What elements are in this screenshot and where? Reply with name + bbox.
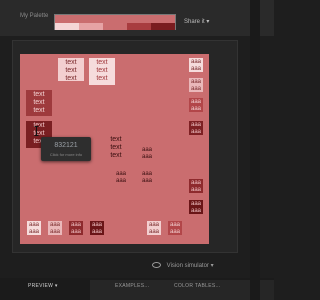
tile-text: aaa [49,229,60,235]
tile-text: aaa [190,201,201,207]
tile-text: aaa [169,222,180,228]
tab-preview-label: PREVIEW [28,283,54,289]
chevron-down-icon: ▾ [206,19,210,25]
aaa-tile[interactable]: aaa aaa [140,170,154,184]
text-tile[interactable]: text text text [26,90,52,116]
aaa-tile[interactable]: aaa aaa [189,78,203,92]
eye-icon [152,262,161,269]
tile-text: aaa [190,99,201,105]
color-tooltip[interactable]: 832121 Click for more info [41,137,91,161]
tile-text: aaa [49,222,60,228]
tile-text: text [110,144,122,151]
palette-base-color[interactable] [55,15,175,23]
tile-text: aaa [115,171,126,177]
text-cursor-icon [34,126,39,136]
tile-text: aaa [141,171,152,177]
tile-text: text [65,67,77,74]
tile-text: aaa [141,178,152,184]
chevron-down-icon: ▾ [210,263,214,269]
tile-text: aaa [190,187,201,193]
tab-examples[interactable]: EXAMPLES... [115,283,149,289]
tile-text: aaa [141,147,152,153]
tile-text: aaa [70,222,81,228]
tile-text: aaa [148,229,159,235]
share-button[interactable]: Share it ▾ [184,18,209,25]
tile-text: aaa [190,86,201,92]
palette-swatch-5[interactable] [151,23,175,30]
tile-text: aaa [28,222,39,228]
aaa-tile[interactable]: aaa aaa [189,179,203,193]
vision-simulator-label: Vision simulator [166,263,209,269]
tile-text: aaa [190,106,201,112]
tile-text: aaa [190,122,201,128]
vision-simulator-button[interactable]: Vision simulator ▾ [152,262,214,269]
text-tile[interactable]: text text text [89,58,115,85]
tile-text: text [96,75,108,82]
tile-text: text [110,136,122,143]
tile-text: aaa [70,229,81,235]
aaa-tile[interactable]: aaa aaa [189,58,203,72]
tile-text: aaa [190,59,201,65]
tile-text: aaa [190,79,201,85]
aaa-tile[interactable]: aaa aaa [189,98,203,112]
aaa-tile[interactable]: aaa aaa [168,221,182,235]
aaa-tile[interactable]: aaa aaa [140,146,154,160]
aaa-tile[interactable]: aaa aaa [90,221,104,235]
tile-text: text [33,99,45,106]
tile-text: text [110,152,122,159]
palette-swatch-1[interactable] [55,23,79,30]
tile-text: text [96,67,108,74]
tab-color-tables[interactable]: COLOR TABLES... [174,283,221,289]
tile-text: aaa [148,222,159,228]
tile-text: aaa [190,208,201,214]
tile-text: text [33,107,45,114]
tile-text: text [33,91,45,98]
aaa-tile[interactable]: aaa aaa [189,121,203,135]
tile-text: text [96,59,108,66]
scrollbar[interactable] [250,0,260,300]
aaa-tile[interactable]: aaa aaa [114,170,128,184]
tile-text: text [65,59,77,66]
tile-text: aaa [190,129,201,135]
tile-text: aaa [190,66,201,72]
tile-text: aaa [91,222,102,228]
palette-swatch-4[interactable] [127,23,151,30]
text-tile[interactable]: text text text [103,135,129,161]
tile-text: text [65,75,77,82]
aaa-tile[interactable]: aaa aaa [48,221,62,235]
tile-text: aaa [141,154,152,160]
aaa-tile[interactable]: aaa aaa [147,221,161,235]
palette-swatch-2[interactable] [79,23,103,30]
tile-text: aaa [169,229,180,235]
tile-text: aaa [190,180,201,186]
tab-preview[interactable]: PREVIEW ▾ [28,283,58,289]
share-label: Share it [184,19,205,25]
tile-text: aaa [28,229,39,235]
tile-text: aaa [91,229,102,235]
palette-label: My Palette [20,13,49,19]
aaa-tile[interactable]: aaa aaa [189,200,203,214]
palette-strip[interactable] [54,14,176,30]
tooltip-hint: Click for more info [49,152,83,157]
palette-swatch-3[interactable] [103,23,127,30]
tile-text: text [33,122,45,129]
tile-text: aaa [115,178,126,184]
text-tile[interactable]: text text text [58,58,84,82]
chevron-down-icon: ▾ [54,283,58,289]
tooltip-hex: 832121 [54,142,78,149]
aaa-tile[interactable]: aaa aaa [69,221,83,235]
aaa-tile[interactable]: aaa aaa [27,221,41,235]
